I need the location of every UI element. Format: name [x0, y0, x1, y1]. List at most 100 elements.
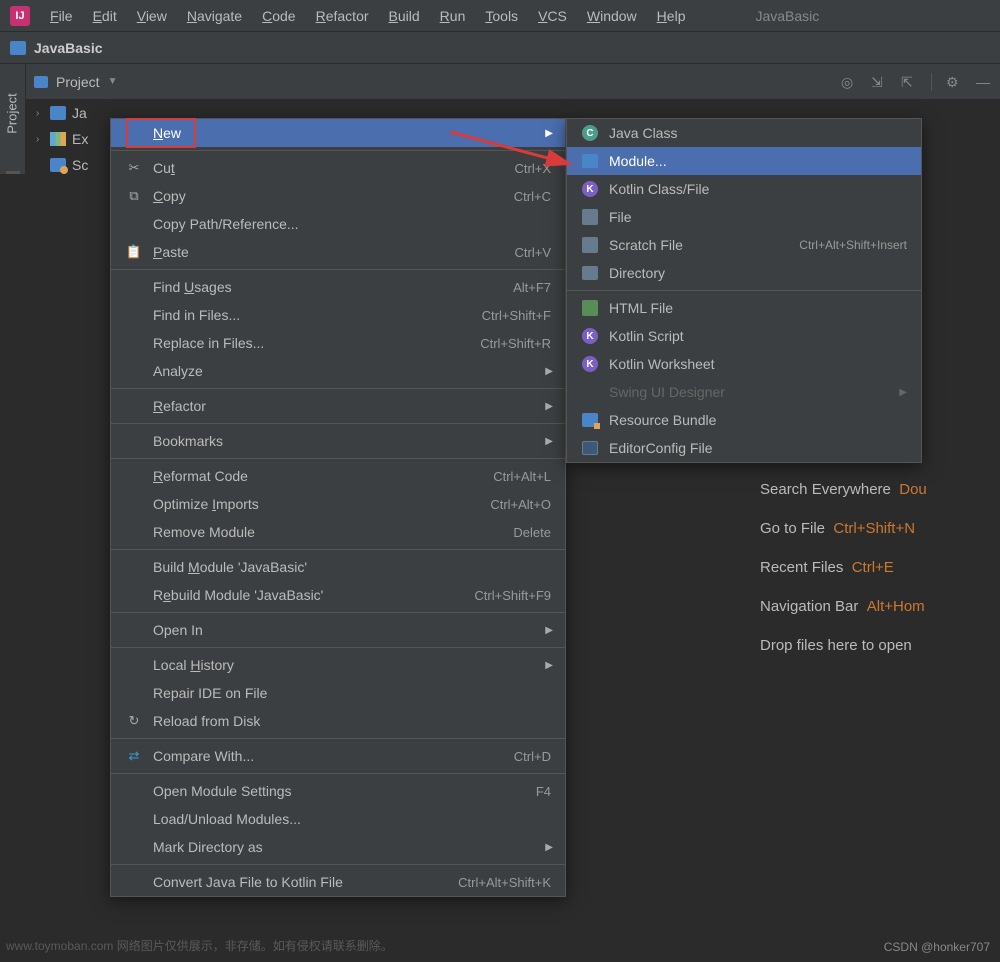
menu-item-refactor[interactable]: Refactor▶: [111, 392, 565, 420]
gear-icon[interactable]: ⚙: [946, 74, 962, 90]
watermark: www.toymoban.com 网络图片仅供展示，非存储。如有侵权请联系删除。: [6, 937, 393, 954]
tree-row-scratches[interactable]: Sc: [26, 152, 116, 178]
menu-label: Open In: [153, 622, 551, 638]
shortcut: Ctrl+V: [515, 245, 551, 260]
menu-help[interactable]: Help: [647, 4, 696, 28]
menu-label: Mark Directory as: [153, 839, 551, 855]
submenu-item-file[interactable]: File: [567, 203, 921, 231]
hint-row: Drop files here to open: [760, 626, 927, 665]
menu-view[interactable]: View: [127, 4, 177, 28]
menu-item-new[interactable]: New▶: [111, 119, 565, 147]
shortcut: Ctrl+Alt+Shift+Insert: [799, 238, 907, 252]
menu-item-remove-module[interactable]: Remove ModuleDelete: [111, 518, 565, 546]
menu-item-reformat-code[interactable]: Reformat CodeCtrl+Alt+L: [111, 462, 565, 490]
menu-item-find-usages[interactable]: Find UsagesAlt+F7: [111, 273, 565, 301]
shortcut: Delete: [513, 525, 551, 540]
expand-icon[interactable]: ⇲: [871, 74, 887, 90]
submenu-label: Swing UI Designer: [609, 384, 899, 400]
menu-item-repair-ide[interactable]: Repair IDE on File: [111, 679, 565, 707]
menu-item-paste[interactable]: 📋PasteCtrl+V: [111, 238, 565, 266]
compare-with-icon: ⇄: [125, 748, 143, 764]
menu-item-rebuild-module[interactable]: Rebuild Module 'JavaBasic'Ctrl+Shift+F9: [111, 581, 565, 609]
hint-row: Navigation Bar Alt+Hom: [760, 587, 927, 626]
submenu-label: HTML File: [609, 300, 907, 316]
menu-item-open-in[interactable]: Open In▶: [111, 616, 565, 644]
menu-item-reload-disk[interactable]: ↻Reload from Disk: [111, 707, 565, 735]
scratch-icon: [50, 158, 66, 172]
menu-label: Copy: [153, 188, 514, 204]
menubar: IJ FileEditViewNavigateCodeRefactorBuild…: [0, 0, 1000, 32]
menu-label: New: [153, 125, 551, 141]
credit: CSDN @honker707: [884, 940, 990, 954]
submenu-item-kotlin-worksheet[interactable]: KKotlin Worksheet: [567, 350, 921, 378]
submenu-label: Module...: [609, 153, 907, 169]
menu-item-compare-with[interactable]: ⇄ Compare With...Ctrl+D: [111, 742, 565, 770]
menu-item-mark-directory[interactable]: Mark Directory as▶: [111, 833, 565, 861]
chevron-right-icon: ▶: [545, 128, 553, 139]
submenu-label: EditorConfig File: [609, 440, 907, 456]
menu-run[interactable]: Run: [430, 4, 476, 28]
menu-refactor[interactable]: Refactor: [306, 4, 379, 28]
menu-item-module-settings[interactable]: Open Module SettingsF4: [111, 777, 565, 805]
menu-label: Analyze: [153, 363, 551, 379]
structure-icon[interactable]: [6, 171, 20, 174]
menu-label: Reload from Disk: [153, 713, 551, 729]
project-tool-tab[interactable]: Project: [0, 64, 26, 174]
editor-hints: Search Everywhere DouGo to File Ctrl+Shi…: [760, 470, 927, 665]
submenu-item-scratch-file[interactable]: Scratch FileCtrl+Alt+Shift+Insert: [567, 231, 921, 259]
chevron-down-icon[interactable]: ▼: [108, 76, 118, 87]
menu-code[interactable]: Code: [252, 4, 305, 28]
menu-label: Find in Files...: [153, 307, 482, 323]
menu-item-local-history[interactable]: Local History▶: [111, 651, 565, 679]
submenu-item-editorconfig[interactable]: EditorConfig File: [567, 434, 921, 462]
menu-item-replace-in-files[interactable]: Replace in Files...Ctrl+Shift+R: [111, 329, 565, 357]
menu-label: Optimize Imports: [153, 496, 490, 512]
menu-item-convert-kotlin[interactable]: Convert Java File to Kotlin FileCtrl+Alt…: [111, 868, 565, 896]
tree-row-project[interactable]: ›Ja: [26, 100, 116, 126]
submenu-item-html-file[interactable]: HTML File: [567, 294, 921, 322]
menu-window[interactable]: Window: [577, 4, 647, 28]
folder-icon: [50, 106, 66, 120]
menu-build[interactable]: Build: [379, 4, 430, 28]
submenu-label: Kotlin Script: [609, 328, 907, 344]
submenu-item-module[interactable]: Module...: [567, 147, 921, 175]
panel-title[interactable]: Project: [56, 74, 100, 90]
menu-item-build-module[interactable]: Build Module 'JavaBasic': [111, 553, 565, 581]
menu-file[interactable]: File: [40, 4, 83, 28]
submenu-item-directory[interactable]: Directory: [567, 259, 921, 287]
kotlin-worksheet-icon: K: [581, 356, 599, 372]
menu-item-analyze[interactable]: Analyze▶: [111, 357, 565, 385]
separator: [111, 458, 565, 459]
directory-icon: [581, 266, 599, 280]
file-icon: [581, 209, 599, 225]
context-menu: New▶✂CutCtrl+X⧉CopyCtrl+CCopy Path/Refer…: [110, 118, 566, 897]
menu-item-copy-path[interactable]: Copy Path/Reference...: [111, 210, 565, 238]
hide-icon[interactable]: —: [976, 74, 992, 90]
copy-icon: ⧉: [125, 188, 143, 204]
separator: [111, 269, 565, 270]
menu-edit[interactable]: Edit: [83, 4, 127, 28]
target-icon[interactable]: ◎: [841, 74, 857, 90]
menu-vcs[interactable]: VCS: [528, 4, 577, 28]
menu-item-copy[interactable]: ⧉CopyCtrl+C: [111, 182, 565, 210]
menu-item-bookmarks[interactable]: Bookmarks▶: [111, 427, 565, 455]
submenu-item-kotlin-class[interactable]: KKotlin Class/File: [567, 175, 921, 203]
collapse-icon[interactable]: ⇱: [901, 74, 917, 90]
submenu-item-resource-bundle[interactable]: Resource Bundle: [567, 406, 921, 434]
menu-item-find-in-files[interactable]: Find in Files...Ctrl+Shift+F: [111, 301, 565, 329]
folder-icon: [34, 76, 48, 88]
menu-navigate[interactable]: Navigate: [177, 4, 252, 28]
menu-item-load-unload[interactable]: Load/Unload Modules...: [111, 805, 565, 833]
menu-tools[interactable]: Tools: [475, 4, 528, 28]
menu-label: Repair IDE on File: [153, 685, 551, 701]
menu-item-optimize-imports[interactable]: Optimize ImportsCtrl+Alt+O: [111, 490, 565, 518]
submenu-item-java-class[interactable]: CJava Class: [567, 119, 921, 147]
menu-label: Compare With...: [153, 748, 514, 764]
shortcut: Ctrl+D: [514, 749, 551, 764]
tree-row-external[interactable]: ›Ex: [26, 126, 116, 152]
html-file-icon: [581, 300, 599, 316]
submenu-item-kotlin-script[interactable]: KKotlin Script: [567, 322, 921, 350]
menu-item-cut[interactable]: ✂CutCtrl+X: [111, 154, 565, 182]
project-panel-header: Project ▼ ◎ ⇲ ⇱ ⚙ —: [26, 64, 1000, 100]
kotlin-class-icon: K: [581, 181, 599, 197]
